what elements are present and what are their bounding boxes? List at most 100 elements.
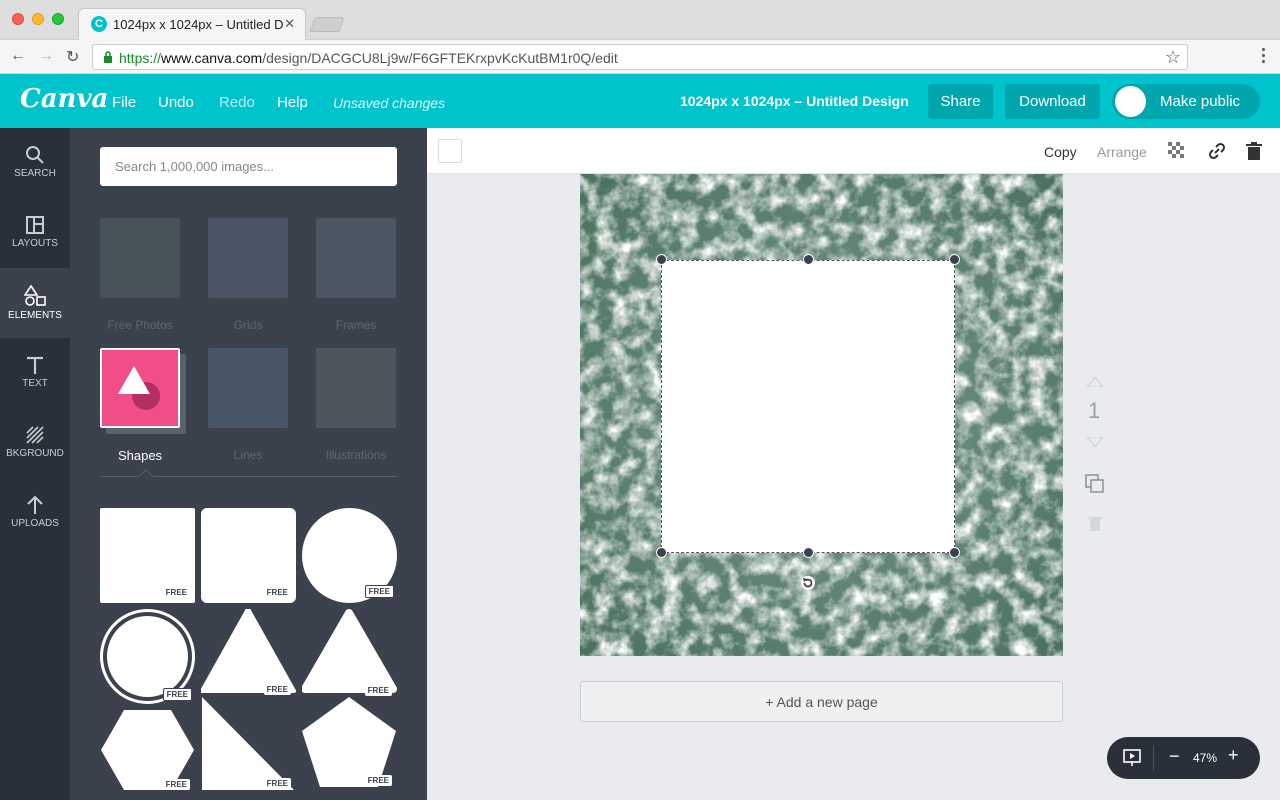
resize-handle-sw[interactable] <box>656 547 667 558</box>
toggle-knob <box>1115 86 1146 117</box>
shape-right-triangle[interactable]: FREE <box>201 697 296 792</box>
document-title[interactable]: 1024px x 1024px – Untitled Design <box>680 93 909 109</box>
close-window-button[interactable] <box>12 13 24 25</box>
link-icon[interactable] <box>1208 142 1226 160</box>
rail-background[interactable]: BKGROUND <box>0 408 70 478</box>
free-badge: FREE <box>263 587 291 598</box>
page-number: 1 <box>1088 398 1101 423</box>
rail-text[interactable]: TEXT <box>0 338 70 408</box>
zoom-level[interactable]: 47% <box>1193 751 1217 765</box>
shape-triangle[interactable]: FREE <box>200 607 296 704</box>
browser-toolbar: ← → ↻ https://www.canva.com/design/DACGC… <box>0 40 1280 74</box>
category-lines[interactable]: Lines <box>208 348 288 462</box>
app-header: Canva File Undo Redo Help Unsaved change… <box>0 74 1280 128</box>
resize-handle-nw[interactable] <box>656 254 667 265</box>
category-grids[interactable]: Grids <box>208 218 288 332</box>
page-up-icon[interactable] <box>1087 377 1103 387</box>
share-button[interactable]: Share <box>928 84 993 119</box>
tab-close-icon[interactable]: ✕ <box>284 16 295 32</box>
triangle-circle-icon <box>118 366 160 410</box>
editor-toolbar: Copy Arrange <box>427 128 1280 174</box>
shape-hexagon[interactable]: FREE <box>100 708 195 793</box>
menu-help[interactable]: Help <box>277 94 308 111</box>
back-icon[interactable]: ← <box>10 47 26 65</box>
free-badge: FREE <box>162 688 192 701</box>
category-frames[interactable]: Frames <box>316 218 396 332</box>
rail-label: BKGROUND <box>6 448 64 459</box>
browser-menu-icon[interactable] <box>1262 48 1266 66</box>
rail-label: UPLOADS <box>11 518 59 529</box>
new-tab-button[interactable] <box>309 17 345 32</box>
camera-icon <box>100 218 180 298</box>
browser-tab[interactable]: C 1024px x 1024px – Untitled Design ✕ <box>78 8 306 40</box>
copy-button[interactable]: Copy <box>1044 144 1077 160</box>
arrange-button[interactable]: Arrange <box>1097 144 1147 160</box>
selected-caret <box>138 468 154 484</box>
shape-square[interactable]: FREE <box>100 508 195 603</box>
zoom-out-button[interactable]: − <box>1169 746 1180 767</box>
canva-logo[interactable]: Canva <box>20 84 108 114</box>
elements-panel: Free Photos Grids Frames Shapes Lines Il… <box>70 128 427 800</box>
transparency-icon[interactable] <box>1168 142 1184 158</box>
shape-rounded-square[interactable]: FREE <box>201 508 296 603</box>
menu-undo[interactable]: Undo <box>158 94 194 111</box>
background-icon <box>26 426 44 444</box>
resize-handle-n[interactable] <box>803 254 814 265</box>
browser-titlebar: C 1024px x 1024px – Untitled Design ✕ <box>0 0 1280 40</box>
present-icon[interactable] <box>1123 749 1141 767</box>
lock-icon <box>104 51 112 63</box>
category-free-photos[interactable]: Free Photos <box>100 218 180 332</box>
minimize-window-button[interactable] <box>32 13 44 25</box>
free-badge: FREE <box>364 775 392 786</box>
forward-icon[interactable]: → <box>38 47 54 65</box>
make-public-toggle[interactable]: Make public <box>1112 84 1260 119</box>
rail-label: SEARCH <box>14 168 56 179</box>
unsaved-status: Unsaved changes <box>333 95 446 111</box>
reload-icon[interactable]: ↻ <box>66 47 79 67</box>
zoom-in-button[interactable]: + <box>1228 745 1239 766</box>
rail-uploads[interactable]: UPLOADS <box>0 478 70 548</box>
canva-favicon-icon: C <box>91 16 107 32</box>
free-badge: FREE <box>162 779 190 790</box>
resize-handle-ne[interactable] <box>949 254 960 265</box>
resize-handle-se[interactable] <box>949 547 960 558</box>
rail-elements[interactable]: ELEMENTS <box>0 268 70 338</box>
menu-redo[interactable]: Redo <box>219 94 255 111</box>
free-badge: FREE <box>263 778 291 789</box>
url-text: https://www.canva.com/design/DACGCU8Lj9w… <box>119 50 618 66</box>
illustration-icon <box>316 348 396 428</box>
rotate-handle-icon[interactable] <box>800 575 816 591</box>
shape-pentagon[interactable]: FREE <box>302 697 397 792</box>
rail-search[interactable]: SEARCH <box>0 128 70 198</box>
free-badge: FREE <box>364 585 394 598</box>
image-search-input[interactable] <box>100 147 397 186</box>
bookmark-star-icon[interactable]: ☆ <box>1165 47 1181 68</box>
menu-file[interactable]: File <box>112 94 136 111</box>
shape-circle[interactable]: FREE <box>302 508 397 603</box>
category-label: Free Photos <box>107 318 173 332</box>
maximize-window-button[interactable] <box>52 13 64 25</box>
address-bar[interactable]: https://www.canva.com/design/DACGCU8Lj9w… <box>92 44 1188 70</box>
selected-white-square[interactable] <box>661 260 955 553</box>
image-search-box[interactable] <box>100 147 397 186</box>
download-button[interactable]: Download <box>1005 84 1100 119</box>
category-label: Shapes <box>117 448 163 463</box>
color-picker-button[interactable] <box>438 139 462 163</box>
upload-icon <box>27 495 43 514</box>
category-label: Lines <box>233 448 263 462</box>
add-new-page-button[interactable]: + Add a new page <box>580 681 1063 722</box>
resize-handle-s[interactable] <box>803 547 814 558</box>
trash-icon[interactable] <box>1246 142 1262 160</box>
category-illustrations[interactable]: Illustrations <box>316 348 396 462</box>
shape-ring[interactable]: FREE <box>100 609 195 704</box>
duplicate-page-icon[interactable] <box>1085 474 1105 494</box>
layouts-icon <box>26 216 44 234</box>
delete-page-icon[interactable] <box>1088 515 1102 531</box>
shape-rounded-triangle[interactable]: FREE <box>301 609 397 704</box>
category-shapes[interactable]: Shapes <box>100 348 186 463</box>
rail-layouts[interactable]: LAYOUTS <box>0 198 70 268</box>
category-label: Illustrations <box>325 448 387 462</box>
rail-label: LAYOUTS <box>12 238 58 249</box>
page-down-icon[interactable] <box>1087 437 1103 447</box>
zoom-separator <box>1153 745 1154 771</box>
